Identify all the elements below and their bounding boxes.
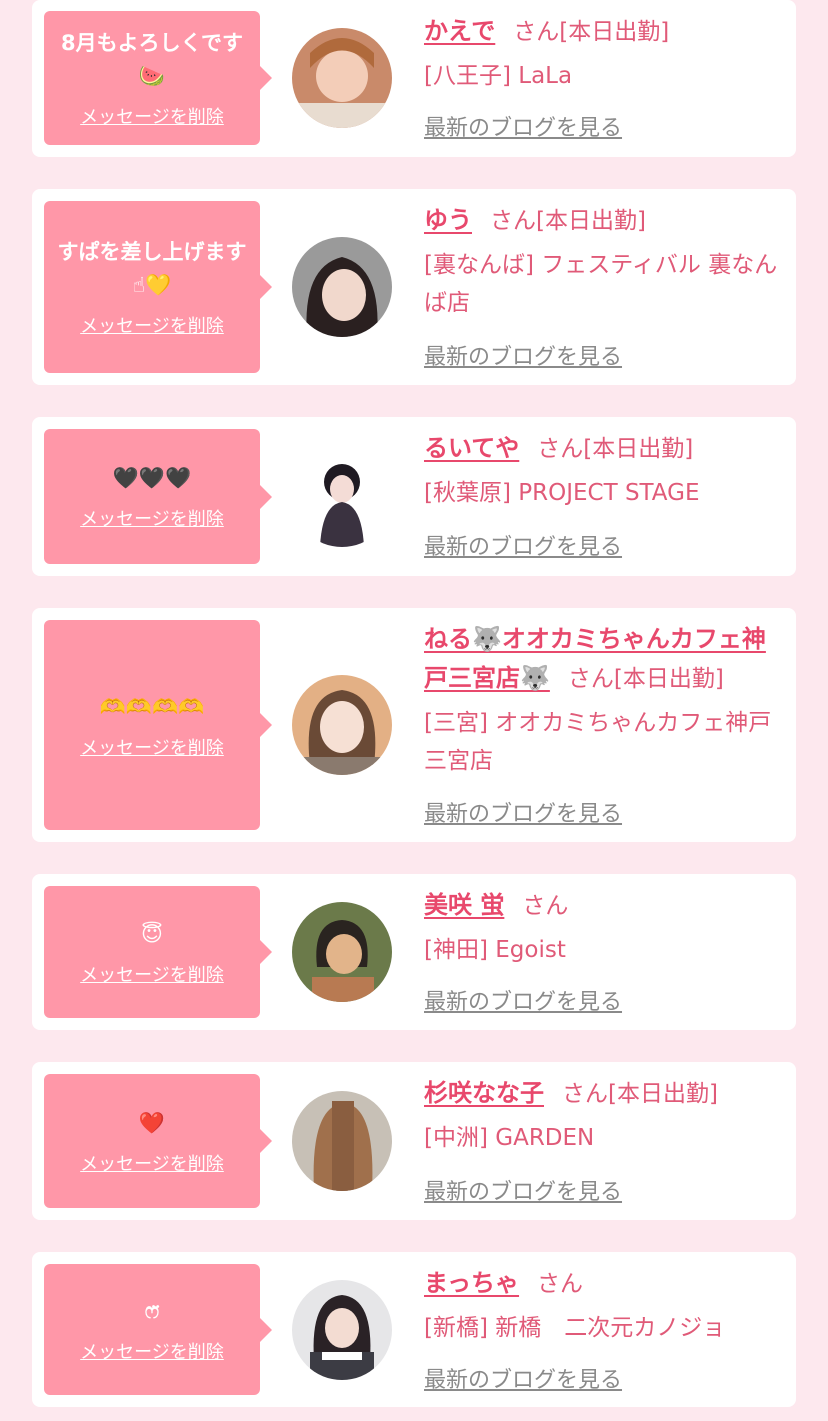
message-bubble: ෆ̈ メッセージを削除 (44, 1264, 272, 1395)
san-label: さん (513, 19, 560, 45)
delete-message-link[interactable]: メッセージを削除 (80, 103, 224, 129)
message-card: 🫶🫶🫶🫶 メッセージを削除 ねる🐺オオカミちゃんカフェ神戸三宮店🐺 さん[本日出勤… (32, 608, 796, 842)
status-badge: [本日出勤] (536, 208, 646, 234)
latest-blog-link[interactable]: 最新のブログを見る (424, 1362, 622, 1394)
message-text: ෆ̈ (144, 1299, 160, 1323)
latest-blog-link[interactable]: 最新のブログを見る (424, 339, 622, 371)
status-badge: [本日出勤] (583, 436, 694, 462)
profile-info: まっちゃ さん [新橋] 新橋 二次元カノジョ (424, 1264, 786, 1347)
delete-message-link[interactable]: メッセージを削除 (80, 1150, 224, 1176)
message-bubble: すぱを差し上げます☝💛 メッセージを削除 (44, 201, 272, 373)
shop-name: [八王子] LaLa (424, 63, 573, 89)
delete-message-link[interactable]: メッセージを削除 (80, 312, 224, 338)
message-text: ❤️ (138, 1110, 166, 1135)
profile-info: るいてや さん[本日出勤] [秋葉原] PROJECT STAGE (424, 429, 786, 512)
message-card: 🖤🖤🖤 メッセージを削除 るいてや さん[本日出勤] [秋葉原] PROJECT … (32, 417, 796, 576)
shop-name: [裏なんば] フェスティバル 裏なんば店 (424, 252, 778, 316)
profile-info: 杉咲なな子 さん[本日出勤] [中洲] GARDEN (424, 1074, 786, 1157)
message-text: 😇 (141, 921, 163, 946)
message-card: ❤️ メッセージを削除 杉咲なな子 さん[本日出勤] [中洲] GARDEN 最新… (32, 1062, 796, 1220)
message-text: すぱを差し上げます☝💛 (57, 240, 247, 297)
avatar[interactable] (292, 237, 392, 337)
profile-info: ねる🐺オオカミちゃんカフェ神戸三宮店🐺 さん[本日出勤] [三宮] オオカミちゃん… (424, 620, 786, 780)
latest-blog-link[interactable]: 最新のブログを見る (424, 1174, 622, 1206)
message-bubble: ❤️ メッセージを削除 (44, 1074, 272, 1208)
name-link[interactable]: ゆう (424, 206, 472, 234)
latest-blog-link[interactable]: 最新のブログを見る (424, 984, 622, 1016)
latest-blog-link[interactable]: 最新のブログを見る (424, 796, 622, 828)
avatar[interactable] (292, 675, 392, 775)
delete-message-link[interactable]: メッセージを削除 (80, 505, 224, 531)
shop-name: [三宮] オオカミちゃんカフェ神戸三宮店 (424, 710, 772, 774)
message-card: ෆ̈ メッセージを削除 まっちゃ さん [新橋] 新橋 二次元カノジョ 最新のブロ… (32, 1252, 796, 1407)
message-bubble: 🫶🫶🫶🫶 メッセージを削除 (44, 620, 272, 830)
profile-info: ゆう さん[本日出勤] [裏なんば] フェスティバル 裏なんば店 (424, 201, 786, 322)
shop-name: [神田] Egoist (424, 937, 566, 963)
avatar[interactable] (292, 1091, 392, 1191)
latest-blog-link[interactable]: 最新のブログを見る (424, 529, 622, 561)
latest-blog-link[interactable]: 最新のブログを見る (424, 110, 622, 142)
message-text: 🫶🫶🫶🫶 (99, 694, 205, 719)
message-bubble: 8月もよろしくです🍉 メッセージを削除 (44, 11, 272, 145)
avatar[interactable] (292, 28, 392, 128)
avatar[interactable] (292, 447, 392, 547)
name-link[interactable]: まっちゃ (424, 1269, 519, 1297)
message-bubble: 😇 メッセージを削除 (44, 886, 272, 1018)
delete-message-link[interactable]: メッセージを削除 (80, 961, 224, 987)
status-badge: [本日出勤] (559, 19, 670, 45)
status-badge: [本日出勤] (613, 666, 724, 692)
san-label: さん (537, 1271, 584, 1297)
shop-name: [中洲] GARDEN (424, 1125, 595, 1151)
san-label: さん (562, 1081, 608, 1107)
san-label: さん (537, 436, 584, 462)
name-link[interactable]: 美咲 蛍 (424, 891, 504, 919)
delete-message-link[interactable]: メッセージを削除 (80, 734, 224, 760)
delete-message-link[interactable]: メッセージを削除 (80, 1338, 224, 1364)
san-label: さん (567, 666, 614, 692)
status-badge: [本日出勤] (608, 1081, 718, 1107)
message-bubble: 🖤🖤🖤 メッセージを削除 (44, 429, 272, 564)
san-label: さん (490, 208, 536, 234)
avatar[interactable] (292, 1280, 392, 1380)
san-label: さん (522, 893, 569, 919)
message-text: 8月もよろしくです🍉 (61, 31, 243, 88)
message-card: 😇 メッセージを削除 美咲 蛍さん [神田] Egoist 最新のブログを見る (32, 874, 796, 1030)
name-link[interactable]: るいてや (424, 434, 519, 462)
profile-info: かえで さん[本日出勤] [八王子] LaLa (424, 12, 786, 95)
shop-name: [秋葉原] PROJECT STAGE (424, 480, 700, 506)
name-link[interactable]: かえで (424, 17, 495, 45)
name-link[interactable]: 杉咲なな子 (424, 1079, 544, 1107)
shop-name: [新橋] 新橋 二次元カノジョ (424, 1315, 726, 1341)
message-card: すぱを差し上げます☝💛 メッセージを削除 ゆう さん[本日出勤] [裏なんば] フ… (32, 189, 796, 385)
avatar[interactable] (292, 902, 392, 1002)
message-card: 8月もよろしくです🍉 メッセージを削除 かえで さん[本日出勤] [八王子] La… (32, 0, 796, 157)
profile-info: 美咲 蛍さん [神田] Egoist (424, 886, 786, 969)
message-text: 🖤🖤🖤 (112, 466, 192, 490)
